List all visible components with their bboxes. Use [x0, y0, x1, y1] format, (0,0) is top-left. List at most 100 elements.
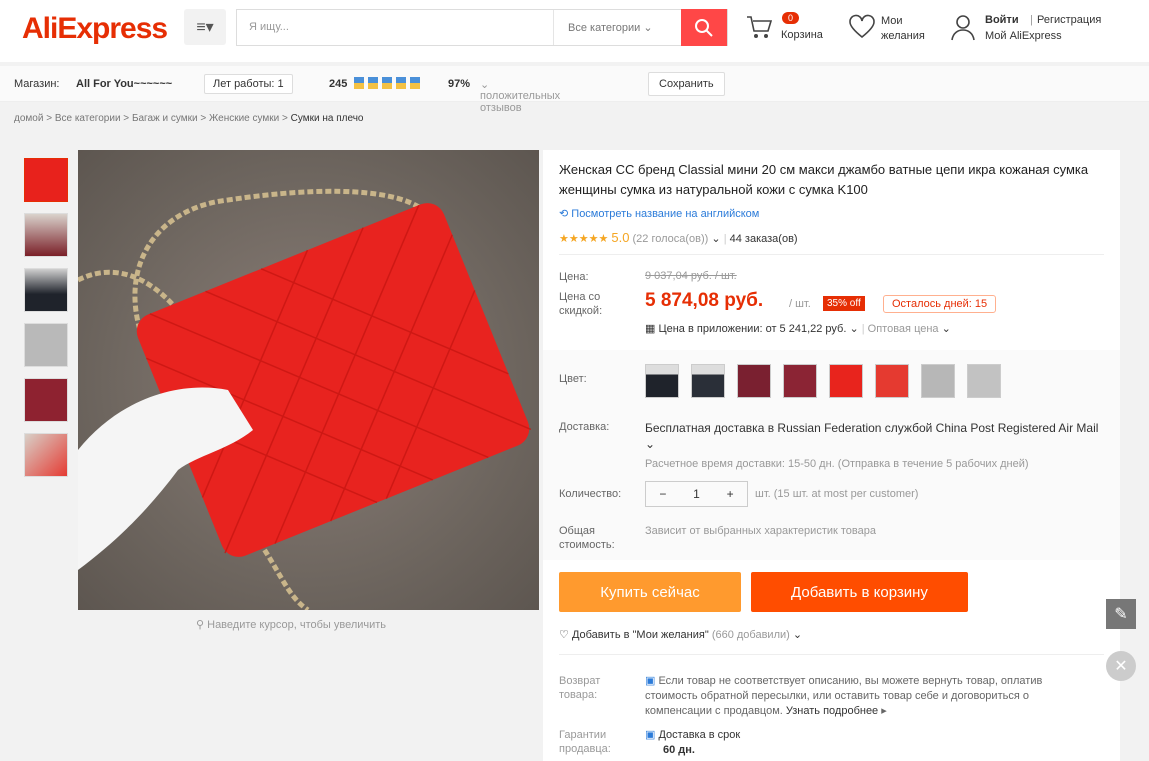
color-swatch-2[interactable]	[691, 364, 725, 398]
wishlist-link[interactable]	[848, 14, 876, 45]
category-select[interactable]: Все категории ⌄	[553, 10, 681, 45]
return-icon: ▣	[645, 675, 656, 687]
guarantee-icon: ▣	[645, 729, 656, 741]
search-button[interactable]	[681, 9, 727, 46]
add-to-wishlist[interactable]: ♡ Добавить в "Мои желания" (660 добавили…	[559, 628, 802, 641]
categories-menu-button[interactable]: ≡▾	[184, 9, 226, 45]
quantity-decrease-button[interactable]: −	[646, 482, 680, 506]
learn-more-link[interactable]: Узнать подробнее	[786, 705, 878, 717]
breadcrumb-item[interactable]: Женские сумки	[209, 113, 279, 124]
thumbnail-5[interactable]	[24, 378, 68, 422]
color-swatch-4[interactable]	[783, 364, 817, 398]
breadcrumb-item[interactable]: домой	[14, 113, 43, 124]
breadcrumb-item[interactable]: Все категории	[55, 113, 121, 124]
votes-count[interactable]: (22 голоса(ов))	[633, 233, 709, 245]
guarantee-text-value: Доставка в срок	[658, 729, 741, 741]
breadcrumb: домой > Все категории > Багаж и сумки > …	[14, 113, 364, 124]
breadcrumb-item[interactable]: Багаж и сумки	[132, 113, 198, 124]
rating-value: 5.0	[611, 230, 630, 245]
guarantee-days: 60 дн.	[663, 744, 695, 756]
positive-percent: 97%	[448, 78, 471, 90]
wishlist-count: (660 добавили)	[711, 629, 790, 641]
delivery-text-value: Бесплатная доставка в Russian Federation…	[645, 421, 1099, 435]
close-button[interactable]: ✕	[1106, 651, 1136, 681]
account-link[interactable]	[950, 13, 976, 46]
medal-icons	[354, 76, 426, 93]
thumbnail-6[interactable]	[24, 433, 68, 477]
cart-link[interactable]	[745, 14, 773, 45]
return-policy: ▣ Если товар не соответствует описанию, …	[645, 675, 1043, 717]
store-rating-count: 245	[329, 78, 348, 90]
search-input[interactable]: Я ищу...	[249, 21, 289, 33]
discount-badge: 35% off	[823, 296, 865, 311]
old-price: 9 037,04 руб. / шт.	[645, 270, 737, 282]
rating-row: ★★★★★ 5.0 (22 голоса(ов)) ⌄ | 44 заказа(…	[559, 230, 798, 245]
thumbnail-1[interactable]	[24, 158, 68, 202]
color-label: Цвет:	[559, 373, 587, 385]
thumbnail-3[interactable]	[24, 268, 68, 312]
quantity-label: Количество:	[559, 488, 622, 500]
guarantee-label: Гарантии продавца:	[559, 729, 611, 755]
thumbnail-4[interactable]	[24, 323, 68, 367]
product-title: Женская CC бренд Classial мини 20 см мак…	[559, 162, 1089, 197]
star-icons: ★★★★★	[559, 233, 609, 245]
price-label: Цена:	[559, 271, 589, 283]
per-unit: / шт.	[789, 298, 811, 310]
qr-code-icon: ▦	[645, 323, 656, 335]
cart-icon	[747, 16, 773, 38]
store-label: Магазин:	[14, 78, 60, 90]
zoom-hint: ⚲ Наведите курсор, чтобы увеличить	[196, 618, 386, 631]
translate-link-text: Посмотреть название на английском	[571, 208, 760, 220]
color-swatch-7[interactable]	[921, 364, 955, 398]
my-aliexpress-link[interactable]: Мой AliExpress	[985, 29, 1062, 44]
thumbnail-2[interactable]	[24, 213, 68, 257]
guarantee-text: ▣ Доставка в срок	[645, 728, 740, 741]
color-swatch-5[interactable]	[829, 364, 863, 398]
cart-label[interactable]: Корзина	[781, 28, 823, 43]
login-link[interactable]: Войти	[985, 13, 1019, 28]
positive-label[interactable]: положительных отзывов ⌄	[480, 78, 560, 114]
save-store-button[interactable]: Сохранить	[648, 72, 725, 96]
wishlist-text: Добавить в "Мои желания"	[571, 629, 709, 641]
return-label: Возврат товара:	[559, 675, 601, 701]
wishlist-label-1[interactable]: Мои	[881, 14, 903, 29]
color-swatch-3[interactable]	[737, 364, 771, 398]
top-header: AliExpress ≡▾ Я ищу... Все категории ⌄ 0…	[0, 0, 1149, 62]
delivery-time: Расчетное время доставки: 15-50 дн. (Отп…	[645, 458, 1029, 470]
app-price-row[interactable]: ▦ Цена в приложении: от 5 241,22 руб. ⌄ …	[645, 322, 951, 335]
delivery-label: Доставка:	[559, 421, 610, 433]
wishlist-label-2[interactable]: желания	[881, 29, 925, 44]
translate-link[interactable]: ⟲ Посмотреть название на английском	[559, 207, 759, 220]
translate-icon: ⟲	[559, 208, 569, 220]
product-main-image[interactable]	[78, 150, 539, 610]
buy-now-button[interactable]: Купить сейчас	[559, 572, 741, 612]
pencil-icon: ✎	[1114, 606, 1128, 623]
positive-label-text: положительных отзывов	[480, 90, 561, 114]
total-text: Зависит от выбранных характеристик товар…	[645, 525, 876, 537]
discount-price: 5 874,08 руб.	[645, 290, 764, 311]
aliexpress-logo[interactable]: AliExpress	[22, 12, 168, 46]
search-bar: Я ищу... Все категории ⌄	[236, 9, 728, 46]
search-icon	[695, 18, 713, 37]
orders-count: 44 заказа(ов)	[729, 233, 798, 245]
delivery-text[interactable]: Бесплатная доставка в Russian Federation…	[645, 420, 1105, 452]
color-swatch-8[interactable]	[967, 364, 1001, 398]
quantity-input[interactable]: 1	[680, 482, 714, 506]
quantity-increase-button[interactable]: +	[713, 482, 747, 506]
close-icon: ✕	[1114, 658, 1128, 675]
color-swatch-1[interactable]	[645, 364, 679, 398]
zoom-hint-text: Наведите курсор, чтобы увеличить	[207, 619, 387, 631]
product-photo	[78, 188, 532, 610]
quantity-stepper[interactable]: − 1 +	[645, 481, 748, 507]
product-info-panel: Женская CC бренд Classial мини 20 см мак…	[543, 150, 1120, 761]
add-to-cart-button[interactable]: Добавить в корзину	[751, 572, 968, 612]
color-swatch-6[interactable]	[875, 364, 909, 398]
register-link[interactable]: Регистрация	[1037, 13, 1101, 28]
store-name[interactable]: All For You~~~~~~	[76, 78, 172, 90]
edit-button[interactable]: ✎	[1106, 599, 1136, 629]
store-bar: Магазин: All For You~~~~~~ Лет работы: 1…	[0, 66, 1149, 114]
wholesale-price[interactable]: Оптовая цена	[868, 323, 939, 335]
zoom-icon: ⚲	[196, 619, 205, 631]
medal-icon	[354, 77, 420, 89]
app-price: Цена в приложении: от 5 241,22 руб.	[658, 323, 847, 335]
